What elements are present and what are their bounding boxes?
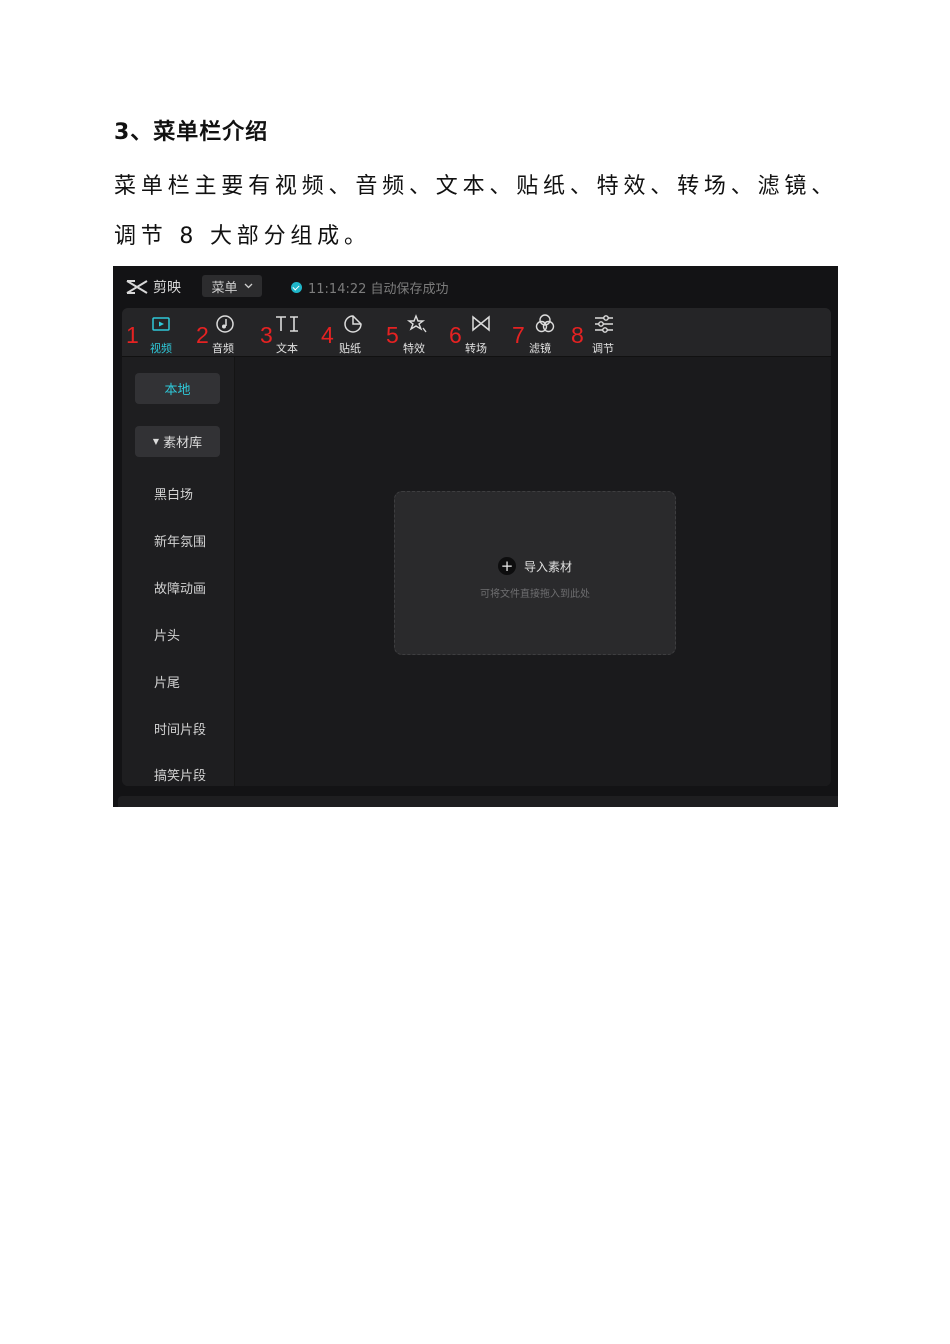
annotation-number: 4	[321, 322, 334, 348]
material-workspace: + 导入素材 可将文件直接拖入到此处	[235, 357, 831, 786]
sidebar-item-local[interactable]: 本地	[135, 373, 220, 404]
tab-label: 调节	[592, 342, 614, 355]
sidebar-item-intro[interactable]: 片头	[154, 625, 180, 644]
tab-effects[interactable]: 5 特效	[386, 308, 446, 356]
video-icon	[152, 317, 170, 331]
app-screenshot: 剪映 菜单 11:14:22 自动保存成功 1 视频 2 音频 3 文本 4 贴…	[113, 266, 838, 807]
sidebar-item-black-white[interactable]: 黑白场	[154, 484, 193, 503]
effects-icon	[406, 314, 427, 333]
material-panel: 1 视频 2 音频 3 文本 4 贴纸 5 特效 6 转场 7 滤镜 8 调节 …	[122, 308, 831, 786]
sidebar-item-library[interactable]: ▼ 素材库	[135, 426, 220, 457]
app-logo: 剪映	[125, 277, 181, 297]
annotation-number: 6	[449, 322, 462, 348]
tab-adjust[interactable]: 8 调节	[571, 308, 631, 356]
annotation-number: 1	[126, 322, 139, 348]
sticker-icon	[344, 315, 362, 333]
tab-label: 音频	[212, 342, 234, 355]
timeline-panel-edge	[118, 796, 838, 807]
chevron-down-icon	[244, 283, 252, 289]
save-status-text: 11:14:22 自动保存成功	[308, 282, 449, 297]
tab-transition[interactable]: 6 转场	[449, 308, 509, 356]
filter-icon	[535, 314, 555, 333]
sidebar-item-new-year[interactable]: 新年氛围	[154, 531, 206, 550]
tab-sticker[interactable]: 4 贴纸	[321, 308, 381, 356]
import-label: 导入素材	[523, 559, 572, 574]
adjust-icon	[595, 315, 613, 333]
annotation-number: 3	[260, 322, 273, 348]
annotation-number: 2	[196, 322, 209, 348]
tab-label: 文本	[276, 342, 298, 355]
sidebar-item-glitch[interactable]: 故障动画	[154, 578, 206, 597]
annotation-number: 7	[512, 322, 525, 348]
plus-icon: +	[497, 557, 516, 575]
audio-icon	[216, 315, 234, 333]
tab-label: 视频	[150, 342, 172, 355]
tab-filter[interactable]: 7 滤镜	[512, 308, 572, 356]
tab-audio[interactable]: 2 音频	[196, 308, 256, 356]
tab-label: 贴纸	[339, 342, 361, 355]
sidebar-item-label: 素材库	[163, 436, 203, 451]
title-bar: 剪映 菜单 11:14:22 自动保存成功	[113, 266, 838, 306]
menu-button[interactable]: 菜单	[202, 275, 262, 297]
check-icon	[291, 282, 302, 293]
sidebar-item-funny-clips[interactable]: 搞笑片段	[154, 765, 206, 784]
caret-down-icon: ▼	[152, 437, 160, 446]
text-icon	[276, 316, 298, 332]
drag-hint: 可将文件直接拖入到此处	[480, 589, 590, 600]
tab-label: 转场	[465, 342, 487, 355]
menu-toolbar: 1 视频 2 音频 3 文本 4 贴纸 5 特效 6 转场 7 滤镜 8 调节	[122, 308, 831, 357]
import-button[interactable]: + 导入素材	[395, 557, 675, 575]
intro-paragraph: 菜单栏主要有视频、音频、文本、贴纸、特效、转场、滤镜、调节 8 大部分组成。	[114, 174, 838, 249]
sidebar-item-outro[interactable]: 片尾	[154, 672, 180, 691]
app-name: 剪映	[153, 280, 181, 296]
import-dropzone[interactable]: + 导入素材 可将文件直接拖入到此处	[394, 491, 676, 655]
annotation-number: 8	[571, 322, 584, 348]
tab-label: 滤镜	[529, 342, 551, 355]
save-status: 11:14:22 自动保存成功	[291, 278, 449, 297]
annotation-number: 5	[386, 322, 399, 348]
tab-label: 特效	[403, 342, 425, 355]
tab-text[interactable]: 3 文本	[260, 308, 320, 356]
sidebar-item-time-clips[interactable]: 时间片段	[154, 719, 206, 738]
material-sidebar: 本地 ▼ 素材库 黑白场 新年氛围 故障动画 片头 片尾 时间片段 搞笑片段	[122, 357, 235, 786]
capcut-logo-icon	[126, 280, 148, 294]
section-heading: 3、菜单栏介绍	[114, 120, 269, 145]
tab-video[interactable]: 1 视频	[126, 308, 186, 356]
menu-label: 菜单	[211, 280, 238, 296]
transition-icon	[472, 315, 490, 332]
